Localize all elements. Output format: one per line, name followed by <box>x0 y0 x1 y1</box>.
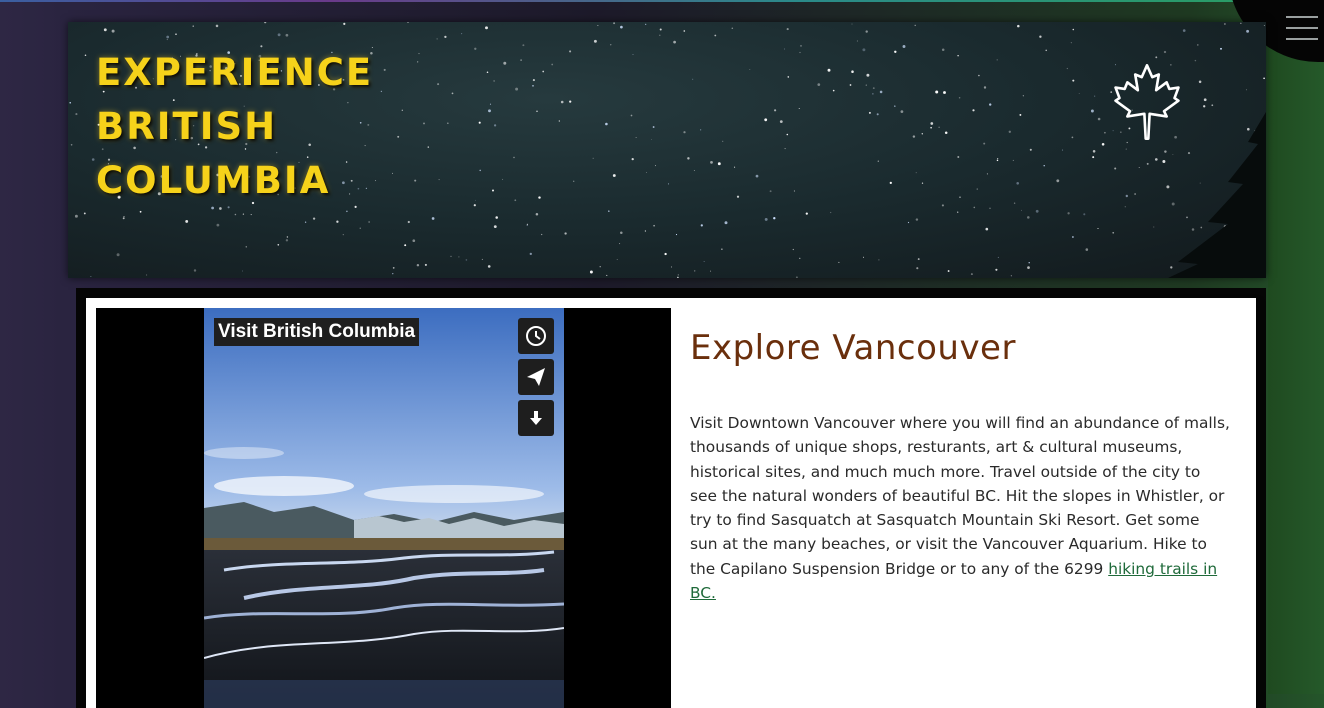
maple-leaf-icon <box>1114 64 1180 140</box>
content-panel: Visit British Columbia Explore Vancouver… <box>86 298 1256 708</box>
site-title-line-3: COLUMBIA <box>96 159 331 202</box>
share-plane-icon <box>527 368 545 386</box>
download-icon <box>530 411 542 425</box>
video-player[interactable]: Visit British Columbia <box>96 308 671 708</box>
site-title-line-2: BRITISH <box>96 105 278 148</box>
hamburger-menu-icon[interactable] <box>1286 16 1318 40</box>
site-title-line-1: EXPERIENCE <box>96 51 374 94</box>
top-accent-line <box>0 0 1324 2</box>
watch-later-button[interactable] <box>518 318 554 354</box>
download-button[interactable] <box>518 400 554 436</box>
article-body: Visit Downtown Vancouver where you will … <box>690 411 1230 605</box>
video-thumbnail <box>204 308 564 708</box>
right-side-band <box>1268 0 1324 694</box>
article-heading: Explore Vancouver <box>690 328 1016 368</box>
site-header: EXPERIENCE BRITISH COLUMBIA <box>68 22 1266 278</box>
clock-icon <box>526 326 546 346</box>
landscape-image <box>204 308 564 708</box>
share-button[interactable] <box>518 359 554 395</box>
site-title: EXPERIENCE BRITISH COLUMBIA <box>96 46 373 208</box>
video-title[interactable]: Visit British Columbia <box>214 318 420 346</box>
article-body-text: Visit Downtown Vancouver where you will … <box>690 414 1230 578</box>
